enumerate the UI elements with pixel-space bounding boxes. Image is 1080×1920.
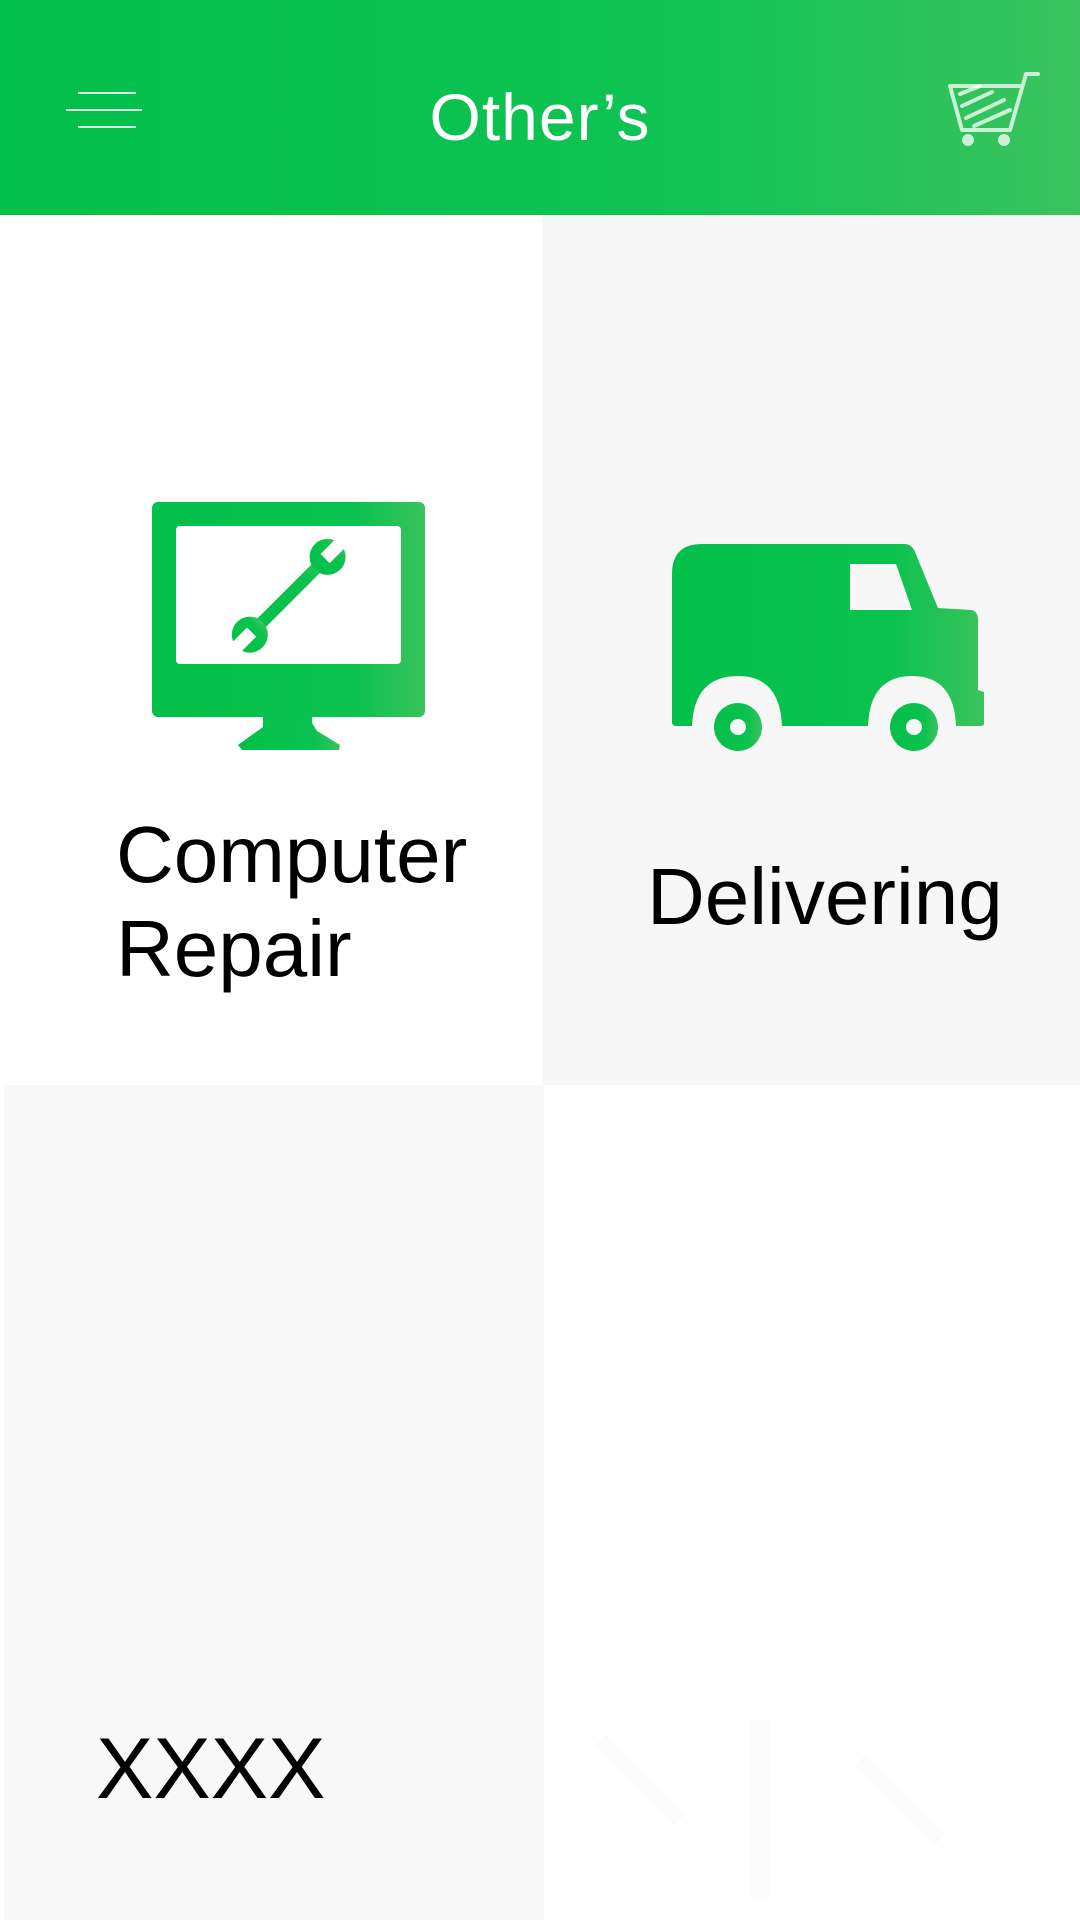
app-header: Other’s [0,0,1080,215]
monitor-wrench-icon [152,502,425,750]
faded-icon [593,1720,947,1900]
xxxx-label: XXXX [96,1721,326,1817]
computer-repair-label-line1: Computer [116,810,468,899]
delivery-van-icon [672,544,984,759]
shopping-cart-icon [948,72,1040,146]
computer-repair-label: Computer Repair [116,808,467,996]
computer-repair-label-line2: Repair [116,904,352,993]
delivering-label: Delivering [647,852,1003,941]
cart-button[interactable] [940,70,1040,148]
page-title: Other’s [429,80,651,154]
